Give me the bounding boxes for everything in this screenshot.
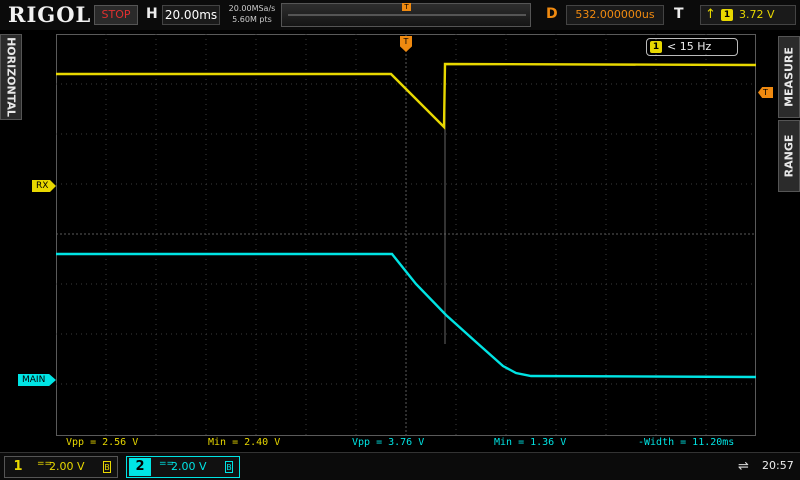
horizontal-delay-value[interactable]: 532.000000us	[566, 5, 664, 25]
trigger-level-marker[interactable]: T	[758, 87, 773, 98]
memory-depth: 5.60M pts	[232, 15, 272, 24]
range-menu-tab[interactable]: RANGE	[778, 120, 800, 192]
rising-edge-icon: ↑	[705, 7, 716, 22]
ch2-vertical-scale: 2.00 V	[171, 460, 207, 473]
ch2-label-marker[interactable]: MAIN	[18, 374, 56, 386]
trigger-label: T	[674, 6, 684, 22]
measurement-ch1-min: Min = 2.40 V	[208, 437, 281, 448]
memory-trigger-marker: T	[402, 3, 411, 11]
memory-waveform	[288, 14, 526, 16]
frequency-source-badge: 1	[650, 41, 662, 53]
bandwidth-limit-icon: B	[103, 461, 111, 473]
measurement-ch1-vpp: Vpp = 2.56 V	[66, 437, 139, 448]
usb-icon: ⇌	[738, 459, 749, 474]
ch1-vertical-scale: 2.00 V	[49, 460, 85, 473]
ch2-number: 2	[129, 458, 151, 476]
trigger-source-badge: 1	[721, 9, 733, 21]
waveform-display[interactable]	[56, 34, 756, 436]
measure-tab-label: MEASURE	[782, 47, 796, 107]
system-clock: 20:57	[762, 459, 794, 472]
measurement-ch2-neg-width: -Width = 11.20ms	[638, 437, 735, 448]
range-tab-label: RANGE	[782, 134, 796, 178]
measurement-ch2-vpp: Vpp = 3.76 V	[352, 437, 425, 448]
measure-menu-tab[interactable]: MEASURE	[778, 36, 800, 118]
trigger-level-value: 3.72 V	[739, 8, 775, 21]
measurement-ch2-min: Min = 1.36 V	[494, 437, 567, 448]
acquisition-info: 20.00MSa/s 5.60M pts	[224, 3, 280, 25]
brand-logo: RIGOL	[8, 2, 92, 27]
frequency-value: < 15 Hz	[667, 40, 712, 53]
top-status-bar: RIGOL STOP H 20.00ms 20.00MSa/s 5.60M pt…	[0, 0, 800, 30]
ch2-settings[interactable]: 2 == 2.00 V B	[126, 456, 240, 478]
horizontal-label: H	[146, 6, 158, 22]
memory-overview-bar[interactable]: T	[281, 3, 531, 27]
ch1-settings[interactable]: 1 == 2.00 V B	[4, 456, 118, 478]
horizontal-tab-label: HORIZONTAL	[4, 37, 18, 117]
ch1-label-marker[interactable]: RX	[32, 180, 56, 192]
run-stop-status[interactable]: STOP	[94, 5, 138, 25]
sample-rate: 20.00MSa/s	[228, 4, 276, 13]
bandwidth-limit-icon: B	[225, 461, 233, 473]
delay-label: D	[546, 6, 558, 22]
channel-status-bar: 1 == 2.00 V B 2 == 2.00 V B ⇌ 20:57	[0, 452, 800, 480]
ch1-number: 1	[13, 459, 23, 474]
trigger-settings[interactable]: ↑ 1 3.72 V	[700, 5, 796, 25]
horizontal-menu-tab[interactable]: HORIZONTAL	[0, 34, 22, 120]
timebase-value[interactable]: 20.00ms	[162, 5, 220, 25]
frequency-counter: 1 < 15 Hz	[646, 38, 738, 56]
